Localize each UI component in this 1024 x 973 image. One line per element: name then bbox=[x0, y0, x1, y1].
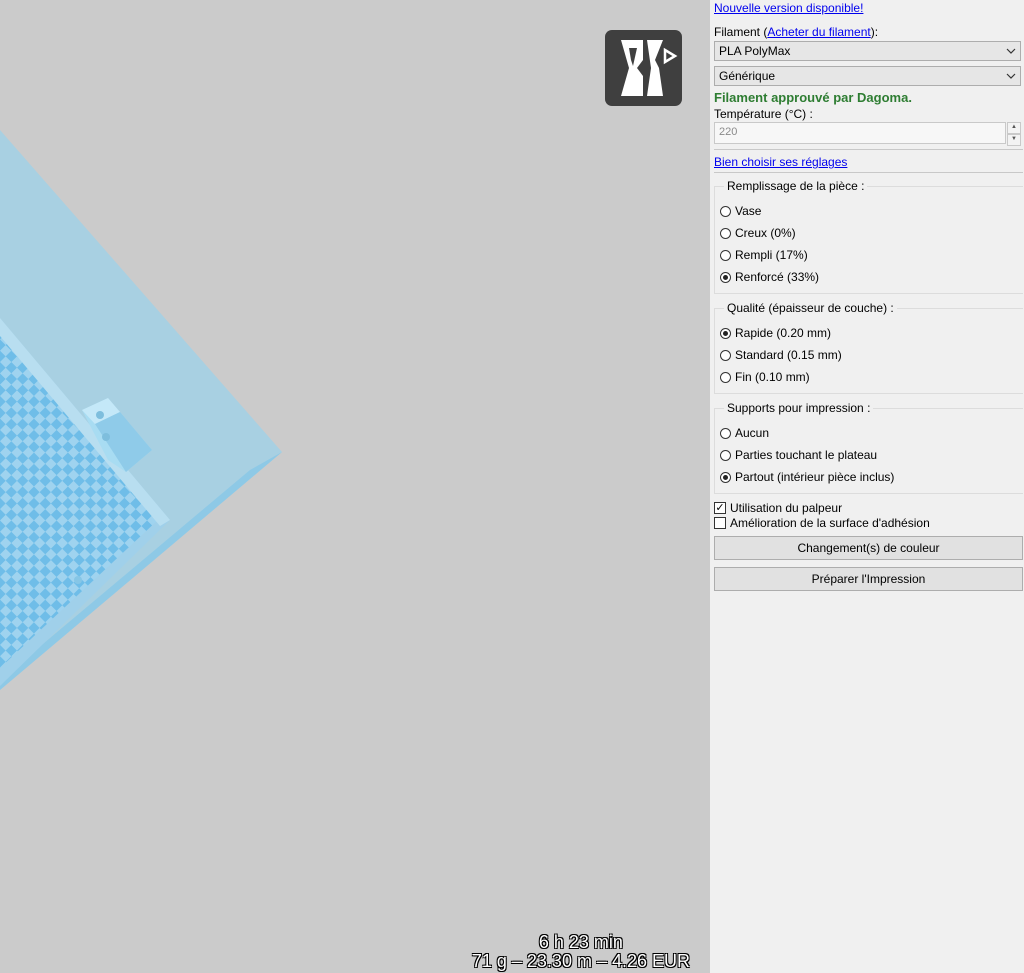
radio-button-selected[interactable] bbox=[720, 327, 731, 339]
divider bbox=[714, 149, 1023, 150]
filament-select[interactable]: PLA PolyMax bbox=[714, 41, 1021, 61]
filament-label-prefix: Filament ( bbox=[714, 25, 768, 39]
stepper-up-icon[interactable]: ▲ bbox=[1007, 122, 1021, 134]
radio-label: Aucun bbox=[735, 426, 770, 440]
print-material: 71 g – 23.30 m – 4.26 EUR bbox=[471, 951, 690, 971]
radio-button[interactable] bbox=[720, 349, 731, 361]
supports-group: Supports pour impression : Aucun Parties… bbox=[714, 401, 1023, 494]
plate-marker bbox=[74, 576, 82, 584]
divider bbox=[714, 172, 1023, 173]
stepper-down-icon[interactable]: ▼ bbox=[1007, 134, 1021, 146]
infill-title: Remplissage de la pièce : bbox=[724, 179, 868, 193]
radio-infill-rempli[interactable]: Rempli (17%) bbox=[720, 247, 808, 263]
radio-button-selected[interactable] bbox=[720, 471, 731, 483]
adhesion-checkbox-row[interactable]: Amélioration de la surface d'adhésion bbox=[714, 515, 930, 530]
color-change-button[interactable]: Changement(s) de couleur bbox=[714, 536, 1023, 560]
radio-label: Partout (intérieur pièce inclus) bbox=[735, 470, 895, 484]
build-plate-scene[interactable] bbox=[0, 0, 710, 973]
radio-button[interactable] bbox=[720, 205, 731, 217]
chevron-down-icon bbox=[1006, 73, 1016, 79]
checkbox-icon[interactable] bbox=[714, 516, 726, 529]
dagoma-logo-icon bbox=[621, 40, 678, 96]
radio-label: Fin (0.10 mm) bbox=[735, 370, 810, 384]
prepare-print-button[interactable]: Préparer l'Impression bbox=[714, 567, 1023, 591]
filament-label: Filament (Acheter du filament): bbox=[714, 25, 878, 39]
radio-button[interactable] bbox=[720, 449, 731, 461]
settings-help-link[interactable]: Bien choisir ses réglages bbox=[714, 155, 847, 169]
radio-infill-vase[interactable]: Vase bbox=[720, 203, 761, 219]
temperature-label: Température (°C) : bbox=[714, 107, 813, 121]
approved-text: Filament approuvé par Dagoma. bbox=[714, 90, 912, 105]
probe-checkbox-row[interactable]: ✓ Utilisation du palpeur bbox=[714, 500, 842, 515]
update-link[interactable]: Nouvelle version disponible! bbox=[714, 1, 863, 15]
radio-label: Vase bbox=[735, 204, 762, 218]
radio-supports-partout[interactable]: Partout (intérieur pièce inclus) bbox=[720, 469, 894, 485]
radio-supports-aucun[interactable]: Aucun bbox=[720, 425, 769, 441]
temperature-input[interactable]: 220 bbox=[714, 122, 1006, 144]
quality-title: Qualité (épaisseur de couche) : bbox=[724, 301, 897, 315]
radio-button[interactable] bbox=[720, 227, 731, 239]
settings-panel: Nouvelle version disponible! Filament (A… bbox=[710, 0, 1024, 973]
color-select[interactable]: Générique bbox=[714, 66, 1021, 86]
3d-viewport[interactable]: 6 h 23 min 71 g – 23.30 m – 4.26 EUR bbox=[0, 0, 710, 973]
infill-group: Remplissage de la pièce : Vase Creux (0%… bbox=[714, 179, 1023, 294]
checkbox-checked-icon[interactable]: ✓ bbox=[714, 501, 726, 514]
print-estimate: 6 h 23 min 71 g – 23.30 m – 4.26 EUR bbox=[472, 933, 690, 971]
radio-button[interactable] bbox=[720, 371, 731, 383]
adhesion-label: Amélioration de la surface d'adhésion bbox=[730, 515, 930, 530]
probe-label: Utilisation du palpeur bbox=[730, 500, 843, 515]
radio-label: Rempli (17%) bbox=[735, 248, 808, 262]
supports-title: Supports pour impression : bbox=[724, 401, 874, 415]
radio-label: Rapide (0.20 mm) bbox=[735, 326, 832, 340]
color-select-value: Générique bbox=[719, 69, 776, 83]
radio-quality-fin[interactable]: Fin (0.10 mm) bbox=[720, 369, 810, 385]
filament-select-value: PLA PolyMax bbox=[719, 44, 791, 58]
filament-label-suffix: ): bbox=[870, 25, 879, 39]
quality-group: Qualité (épaisseur de couche) : Rapide (… bbox=[714, 301, 1023, 394]
radio-infill-creux[interactable]: Creux (0%) bbox=[720, 225, 796, 241]
radio-button[interactable] bbox=[720, 249, 731, 261]
buy-filament-link[interactable]: Acheter du filament bbox=[767, 25, 870, 39]
radio-label: Renforcé (33%) bbox=[735, 270, 820, 284]
chevron-down-icon bbox=[1006, 48, 1016, 54]
radio-supports-plateau[interactable]: Parties touchant le plateau bbox=[720, 447, 877, 463]
dagoma-logo-button[interactable] bbox=[605, 30, 682, 106]
temperature-stepper[interactable]: ▲ ▼ bbox=[1007, 122, 1021, 146]
radio-button-selected[interactable] bbox=[720, 271, 731, 283]
print-time: 6 h 23 min bbox=[538, 932, 623, 952]
radio-button[interactable] bbox=[720, 427, 731, 439]
radio-label: Standard (0.15 mm) bbox=[735, 348, 842, 362]
radio-infill-renforce[interactable]: Renforcé (33%) bbox=[720, 269, 819, 285]
radio-quality-standard[interactable]: Standard (0.15 mm) bbox=[720, 347, 842, 363]
radio-label: Parties touchant le plateau bbox=[735, 448, 878, 462]
radio-label: Creux (0%) bbox=[735, 226, 796, 240]
radio-quality-rapide[interactable]: Rapide (0.20 mm) bbox=[720, 325, 831, 341]
